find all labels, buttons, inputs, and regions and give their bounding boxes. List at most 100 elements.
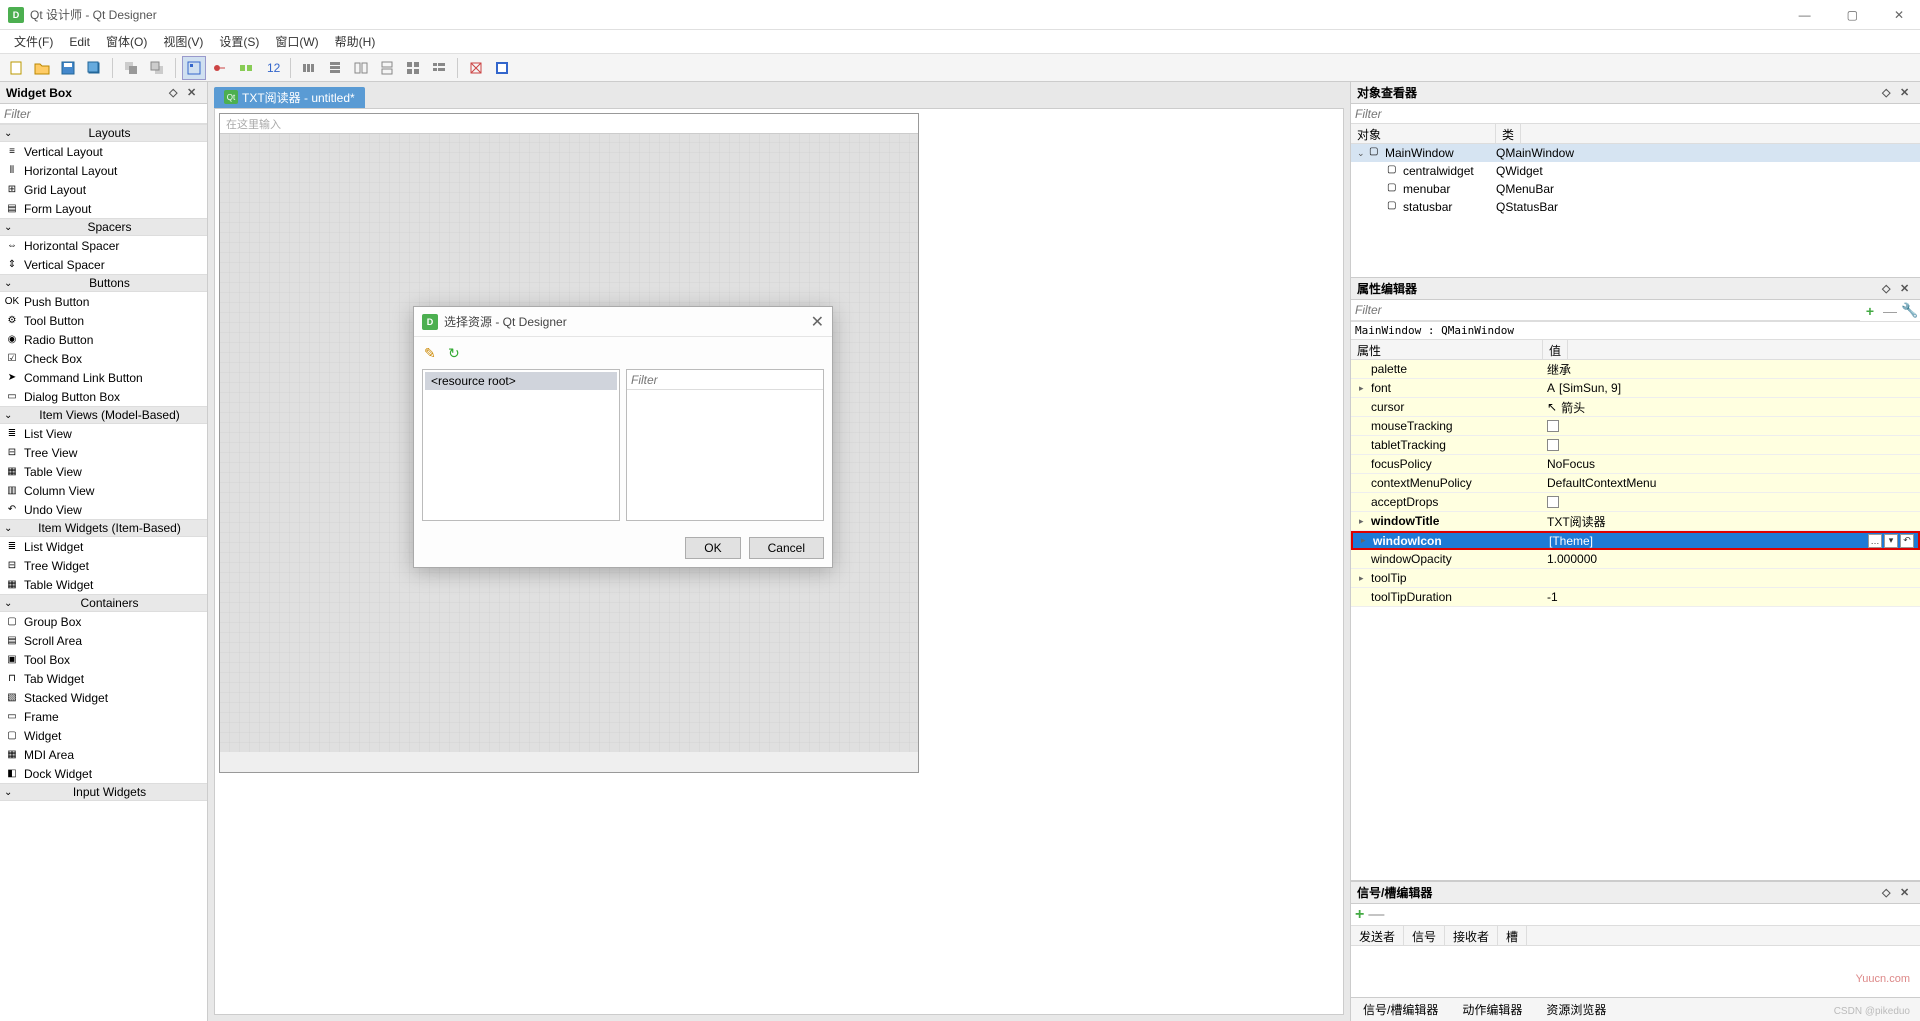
object-row[interactable]: ▢centralwidgetQWidget [1351, 162, 1920, 180]
edit-widgets-icon[interactable] [182, 56, 206, 80]
object-row[interactable]: ⌄▢MainWindowQMainWindow [1351, 144, 1920, 162]
resource-filter[interactable] [627, 370, 823, 390]
reset-icon[interactable]: ↶ [1900, 534, 1914, 548]
widget-item[interactable]: ▥Column View [0, 481, 207, 500]
col-object[interactable]: 对象 [1351, 124, 1496, 143]
col-value[interactable]: 值 [1543, 340, 1568, 359]
object-row[interactable]: ▢menubarQMenuBar [1351, 180, 1920, 198]
widget-item[interactable]: ▢Group Box [0, 612, 207, 631]
dock-float-icon[interactable]: ◇ [1882, 282, 1896, 296]
add-property-icon[interactable]: + [1860, 301, 1880, 321]
layout-hsplit-icon[interactable] [349, 56, 373, 80]
resource-list-pane[interactable] [626, 369, 824, 521]
col-slot[interactable]: 槽 [1498, 926, 1527, 945]
widget-item[interactable]: ▢Widget [0, 726, 207, 745]
dropdown-icon[interactable]: ▾ [1884, 534, 1898, 548]
tab-signal-slot[interactable]: 信号/槽编辑器 [1359, 999, 1442, 1020]
dock-float-icon[interactable]: ◇ [1882, 86, 1896, 100]
dock-close-icon[interactable]: ✕ [1900, 86, 1914, 100]
resource-tree-pane[interactable]: <resource root> [422, 369, 620, 521]
property-row[interactable]: mouseTracking [1351, 417, 1920, 436]
widget-item[interactable]: ▧Stacked Widget [0, 688, 207, 707]
widget-item[interactable]: ⊓Tab Widget [0, 669, 207, 688]
property-row[interactable]: windowOpacity1.000000 [1351, 550, 1920, 569]
widget-group[interactable]: ⌄Spacers [0, 218, 207, 236]
widget-group[interactable]: ⌄Item Views (Model-Based) [0, 406, 207, 424]
expand-icon[interactable]: ▸ [1361, 535, 1371, 546]
save-icon[interactable] [56, 56, 80, 80]
dock-close-icon[interactable]: ✕ [1900, 282, 1914, 296]
expand-icon[interactable]: ▸ [1359, 516, 1369, 527]
col-receiver[interactable]: 接收者 [1445, 926, 1498, 945]
dock-float-icon[interactable]: ◇ [169, 86, 183, 100]
tab-action-editor[interactable]: 动作编辑器 [1458, 999, 1526, 1020]
expand-icon[interactable]: ⌄ [1357, 148, 1369, 159]
tab-resource-browser[interactable]: 资源浏览器 [1542, 999, 1610, 1020]
send-back-icon[interactable] [119, 56, 143, 80]
layout-grid-icon[interactable] [401, 56, 425, 80]
widget-item[interactable]: ↶Undo View [0, 500, 207, 519]
widget-item[interactable]: ⚙Tool Button [0, 311, 207, 330]
property-filter[interactable] [1351, 301, 1860, 321]
widget-item[interactable]: ▣Tool Box [0, 650, 207, 669]
close-button[interactable]: ✕ [1886, 8, 1912, 22]
menu-window[interactable]: 窗口(W) [267, 31, 326, 52]
widget-item[interactable]: ▦MDI Area [0, 745, 207, 764]
col-sender[interactable]: 发送者 [1351, 926, 1404, 945]
ok-button[interactable]: OK [685, 537, 740, 559]
object-row[interactable]: ▢statusbarQStatusBar [1351, 198, 1920, 216]
object-tree[interactable]: ⌄▢MainWindowQMainWindow▢centralwidgetQWi… [1351, 144, 1920, 277]
resource-root-item[interactable]: <resource root> [425, 372, 617, 390]
widget-item[interactable]: ◧Dock Widget [0, 764, 207, 783]
form-tab-active[interactable]: Qt TXT阅读器 - untitled* [214, 87, 365, 108]
dock-close-icon[interactable]: ✕ [187, 86, 201, 100]
menu-file[interactable]: 文件(F) [6, 31, 61, 52]
widget-item[interactable]: ⊟Tree View [0, 443, 207, 462]
menu-settings[interactable]: 设置(S) [211, 31, 267, 52]
property-table[interactable]: palette继承▸fontA[SimSun, 9]cursor↖箭头mouse… [1351, 360, 1920, 880]
bring-front-icon[interactable] [145, 56, 169, 80]
new-file-icon[interactable] [4, 56, 28, 80]
widget-group[interactable]: ⌄Buttons [0, 274, 207, 292]
widget-item[interactable]: ⇕Vertical Spacer [0, 255, 207, 274]
property-row[interactable]: tabletTracking [1351, 436, 1920, 455]
widget-item[interactable]: ⦀Horizontal Layout [0, 161, 207, 180]
layout-form-icon[interactable] [427, 56, 451, 80]
widget-item[interactable]: ▭Dialog Button Box [0, 387, 207, 406]
widget-item[interactable]: ☑Check Box [0, 349, 207, 368]
widget-item[interactable]: ▦Table View [0, 462, 207, 481]
checkbox[interactable] [1547, 439, 1559, 451]
edit-buddies-icon[interactable] [234, 56, 258, 80]
widget-item[interactable]: ≣List Widget [0, 537, 207, 556]
break-layout-icon[interactable] [464, 56, 488, 80]
property-row[interactable]: cursor↖箭头 [1351, 398, 1920, 417]
dialog-close-icon[interactable]: ✕ [811, 312, 824, 332]
edit-taborder-icon[interactable]: 12 [260, 56, 284, 80]
col-class[interactable]: 类 [1496, 124, 1521, 143]
checkbox[interactable] [1547, 420, 1559, 432]
maximize-button[interactable]: ▢ [1839, 8, 1866, 22]
edit-signals-icon[interactable] [208, 56, 232, 80]
dock-float-icon[interactable]: ◇ [1882, 886, 1896, 900]
widget-group[interactable]: ⌄Item Widgets (Item-Based) [0, 519, 207, 537]
save-all-icon[interactable] [82, 56, 106, 80]
widget-item[interactable]: ▤Scroll Area [0, 631, 207, 650]
reload-resource-icon[interactable]: ↻ [448, 345, 466, 363]
layout-vsplit-icon[interactable] [375, 56, 399, 80]
property-row[interactable]: ▸toolTip [1351, 569, 1920, 588]
property-row[interactable]: palette继承 [1351, 360, 1920, 379]
property-row[interactable]: contextMenuPolicyDefaultContextMenu [1351, 474, 1920, 493]
expand-icon[interactable]: ▸ [1359, 383, 1369, 394]
property-row[interactable]: focusPolicyNoFocus [1351, 455, 1920, 474]
widget-item[interactable]: ⇔Horizontal Spacer [0, 236, 207, 255]
widget-box-tree[interactable]: ⌄Layouts≡Vertical Layout⦀Horizontal Layo… [0, 124, 207, 1021]
widget-item[interactable]: ▤Form Layout [0, 199, 207, 218]
open-file-icon[interactable] [30, 56, 54, 80]
menu-help[interactable]: 帮助(H) [327, 31, 384, 52]
add-signal-icon[interactable]: + [1355, 906, 1364, 924]
widget-item[interactable]: ⊟Tree Widget [0, 556, 207, 575]
widget-item[interactable]: ➤Command Link Button [0, 368, 207, 387]
menu-edit[interactable]: Edit [61, 33, 98, 51]
property-row[interactable]: toolTipDuration-1 [1351, 588, 1920, 607]
widget-item[interactable]: ◉Radio Button [0, 330, 207, 349]
